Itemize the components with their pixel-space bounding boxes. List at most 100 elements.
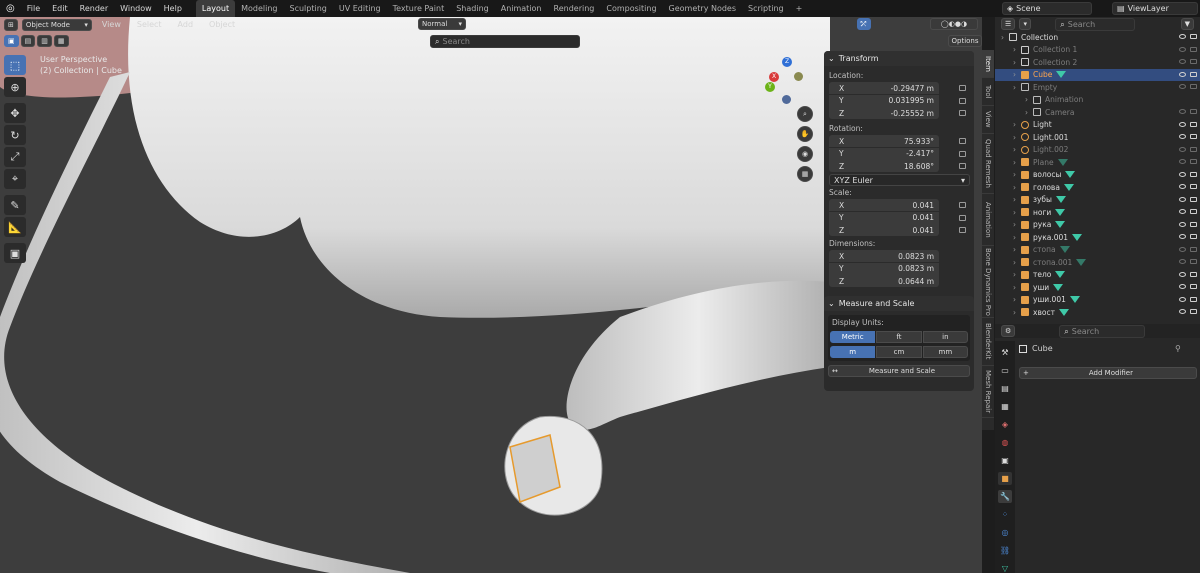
- outliner-row[interactable]: › тело: [995, 269, 1200, 282]
- outliner-row[interactable]: › хвост: [995, 306, 1200, 319]
- in-button[interactable]: in: [922, 331, 968, 343]
- outliner-row[interactable]: › голова: [995, 181, 1200, 194]
- menu-help[interactable]: Help: [158, 0, 188, 17]
- expand-arrow-icon[interactable]: ›: [1013, 220, 1021, 229]
- cursor-tool-icon[interactable]: ⊕: [4, 77, 26, 97]
- gizmo-neg-z[interactable]: [782, 95, 791, 104]
- mesh-data-icon[interactable]: [1053, 283, 1064, 291]
- viewport-search-input[interactable]: ⌕ Search: [430, 35, 580, 48]
- outliner-row[interactable]: › Collection 1: [995, 44, 1200, 57]
- gizmo-toggle-icon[interactable]: ⤱: [857, 18, 871, 30]
- render-camera-icon[interactable]: [1190, 159, 1197, 164]
- tab-animation[interactable]: Animation: [495, 0, 548, 17]
- visibility-eye-icon[interactable]: [1179, 171, 1186, 177]
- visibility-eye-icon[interactable]: [1179, 121, 1186, 127]
- select-invert-icon[interactable]: ▦: [53, 35, 69, 47]
- expand-arrow-icon[interactable]: ›: [1013, 283, 1021, 292]
- expand-arrow-icon[interactable]: ›: [1013, 133, 1021, 142]
- measure-and-scale-button[interactable]: ↔ Measure and Scale: [828, 365, 970, 377]
- tab-blenderkit[interactable]: BlenderKit: [982, 318, 994, 366]
- output-props-icon[interactable]: ▤: [998, 382, 1012, 395]
- outliner-row[interactable]: › Empty: [995, 81, 1200, 94]
- expand-arrow-icon[interactable]: ›: [1013, 308, 1021, 317]
- visibility-eye-icon[interactable]: [1179, 271, 1186, 277]
- lock-icon[interactable]: [959, 150, 966, 157]
- m-button[interactable]: m: [830, 346, 876, 358]
- outliner-search-input[interactable]: ⌕ Search: [1055, 17, 1136, 31]
- outliner-row[interactable]: › стопа.001: [995, 256, 1200, 269]
- location-z-field[interactable]: Z -0.25552 m: [829, 107, 939, 119]
- outliner-row[interactable]: › Light.001: [995, 131, 1200, 144]
- tab-scripting[interactable]: Scripting: [742, 0, 790, 17]
- tab-uv-editing[interactable]: UV Editing: [333, 0, 387, 17]
- render-camera-icon[interactable]: [1190, 171, 1197, 177]
- vp-menu-object[interactable]: Object: [203, 17, 241, 33]
- expand-arrow-icon[interactable]: ›: [1013, 245, 1021, 254]
- mesh-data-icon[interactable]: [1055, 196, 1066, 204]
- view-layer-selector[interactable]: ▤ ViewLayer: [1112, 2, 1198, 15]
- render-camera-icon[interactable]: [1190, 284, 1197, 289]
- render-camera-icon[interactable]: [1190, 246, 1197, 252]
- visibility-eye-icon[interactable]: [1179, 84, 1186, 89]
- gizmo-x-axis[interactable]: X: [769, 72, 779, 82]
- expand-arrow-icon[interactable]: ›: [1013, 183, 1021, 192]
- tab-shading[interactable]: Shading: [450, 0, 495, 17]
- expand-arrow-icon[interactable]: ›: [1013, 83, 1021, 92]
- render-camera-icon[interactable]: [1190, 134, 1197, 139]
- visibility-eye-icon[interactable]: [1179, 159, 1186, 164]
- tab-compositing[interactable]: Compositing: [600, 0, 662, 17]
- select-extend-icon[interactable]: ▤: [20, 35, 36, 47]
- expand-arrow-icon[interactable]: ›: [1013, 208, 1021, 217]
- visibility-eye-icon[interactable]: [1179, 109, 1186, 114]
- physics-props-icon[interactable]: ◎: [998, 526, 1012, 539]
- outliner-row[interactable]: › Plane: [995, 156, 1200, 169]
- lock-icon[interactable]: [959, 97, 966, 104]
- mesh-data-icon[interactable]: [1057, 158, 1068, 166]
- lock-icon[interactable]: [959, 110, 966, 116]
- data-props-icon[interactable]: ▽: [998, 562, 1012, 573]
- options-button[interactable]: Options: [948, 35, 982, 47]
- tab-bone-dynamics[interactable]: Bone Dynamics Pro: [982, 246, 994, 318]
- menu-render[interactable]: Render: [74, 0, 114, 17]
- mesh-data-icon[interactable]: [1058, 308, 1069, 316]
- expand-arrow-icon[interactable]: ›: [1013, 120, 1021, 129]
- properties-editor-icon[interactable]: ⚙: [1001, 325, 1016, 337]
- render-camera-icon[interactable]: [1190, 196, 1197, 202]
- visibility-eye-icon[interactable]: [1179, 71, 1186, 77]
- menu-edit[interactable]: Edit: [46, 0, 74, 17]
- tab-mesh-repair[interactable]: Mesh Repair: [982, 366, 994, 418]
- tab-view[interactable]: View: [982, 106, 994, 134]
- gizmo-z-axis[interactable]: Z: [782, 57, 792, 67]
- orientation-selector[interactable]: Normal ▾: [418, 18, 466, 30]
- annotate-tool-icon[interactable]: ✎: [4, 195, 26, 215]
- location-x-field[interactable]: X -0.29477 m: [829, 82, 939, 94]
- ft-button[interactable]: ft: [876, 331, 922, 343]
- tab-modeling[interactable]: Modeling: [235, 0, 283, 17]
- outliner-row[interactable]: › рука: [995, 219, 1200, 232]
- rotation-mode-dropdown[interactable]: XYZ Euler ▾: [829, 174, 970, 186]
- render-camera-icon[interactable]: [1190, 309, 1197, 314]
- render-camera-icon[interactable]: [1190, 34, 1197, 39]
- rotation-x-field[interactable]: X 75.933°: [829, 135, 939, 147]
- constraints-props-icon[interactable]: ⛓: [998, 544, 1012, 557]
- render-camera-icon[interactable]: [1190, 59, 1197, 64]
- render-props-icon[interactable]: ▭: [998, 364, 1012, 377]
- outliner-row[interactable]: › Light: [995, 119, 1200, 132]
- camera-view-icon[interactable]: ◉: [797, 146, 813, 162]
- mesh-data-icon[interactable]: [1056, 71, 1067, 79]
- particles-props-icon[interactable]: ⁘: [998, 508, 1012, 521]
- expand-arrow-icon[interactable]: ›: [1025, 108, 1033, 117]
- 3d-viewport[interactable]: ⊞ Object Mode ▾ View Select Add Object No…: [0, 17, 982, 573]
- render-camera-icon[interactable]: [1190, 71, 1197, 77]
- render-camera-icon[interactable]: [1190, 146, 1197, 152]
- outliner-editor-icon[interactable]: ☰: [1001, 18, 1016, 30]
- outliner-row[interactable]: › Animation: [995, 94, 1200, 107]
- visibility-eye-icon[interactable]: [1179, 296, 1186, 302]
- rotation-y-field[interactable]: Y -2.417°: [829, 147, 939, 160]
- expand-arrow-icon[interactable]: ›: [1025, 95, 1033, 104]
- outliner-row[interactable]: › волосы: [995, 169, 1200, 182]
- modifier-props-icon[interactable]: 🔧: [998, 490, 1012, 503]
- expand-arrow-icon[interactable]: ›: [1013, 145, 1021, 154]
- render-camera-icon[interactable]: [1190, 259, 1197, 264]
- scene-props-icon[interactable]: ◈: [998, 418, 1012, 431]
